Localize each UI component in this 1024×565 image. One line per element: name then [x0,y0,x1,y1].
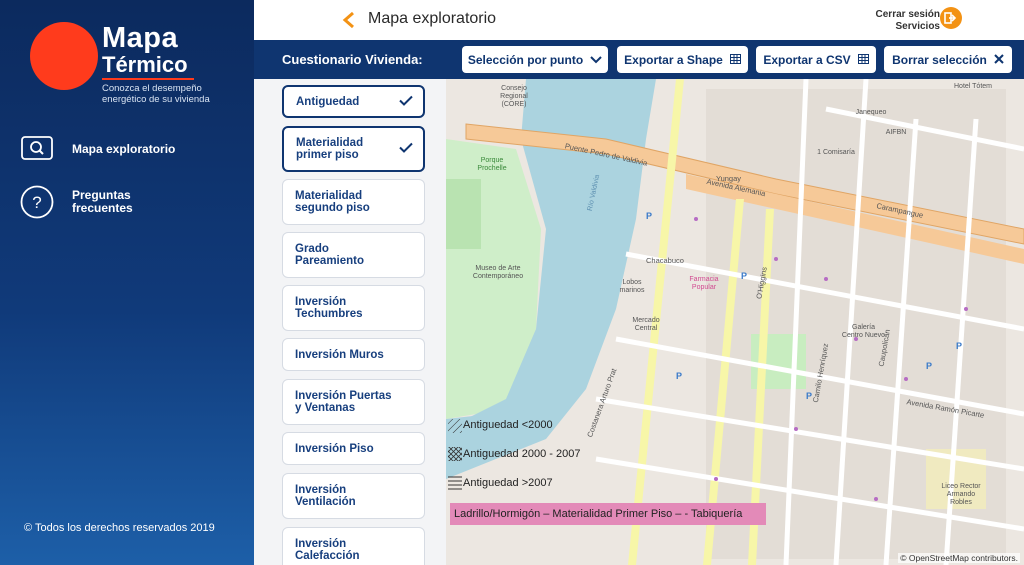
svg-text:?: ? [32,193,41,212]
svg-text:P: P [741,271,747,281]
services-label: Servicios [895,21,940,32]
button-label: Selección por punto [467,52,584,67]
poi-lobos: Lobos marinos [619,279,645,294]
table-icon [729,53,741,67]
chevron-down-icon [590,53,602,67]
question-grado-pareamiento[interactable]: Grado Pareamiento [282,232,425,278]
map-attribution[interactable]: © OpenStreetMap contributors. [898,553,1020,563]
question-list: Antiguedad Materialidad primer piso Mate… [254,79,446,565]
sidebar-item-label: Preguntas frecuentes [72,188,133,215]
poi-comisaria: 1 Comisaría [817,149,855,156]
button-label: Exportar a Shape [624,52,723,67]
question-label: Inversión Piso [295,442,374,455]
poi-farmacia: Farmacia Popular [689,276,719,291]
poi-aifbn: AIFBN [885,129,907,136]
question-materialidad-segundo-piso[interactable]: Materialidad segundo piso [282,179,425,225]
poi-galeria: Galería Centro Nuevo [841,324,886,339]
sidebar-item-label: Mapa exploratorio [72,141,176,156]
poi-liceo: Liceo Rector Armando Robles [941,483,981,506]
logout-label: Cerrar sesión [875,9,940,20]
question-inversion-piso[interactable]: Inversión Piso [282,432,425,465]
svg-text:P: P [956,341,962,351]
select-by-point-dropdown[interactable]: Selección por punto [462,46,608,73]
legend-material-primer-piso: Ladrillo/Hormigón – Materialidad Primer … [450,503,766,525]
logo-subtitle: Conozca el desempeño energético de su vi… [102,83,210,105]
map-canvas[interactable]: PPP PPP Puente Pedro de Valdivia Avenida… [446,79,1024,565]
toolbar: Cuestionario Vivienda: Selección por pun… [254,40,1024,79]
question-label: Inversión Techumbres [295,296,363,320]
poi-porque: Porque Prochelle [477,157,507,172]
legend-label: Antiguedad >2007 [463,477,553,489]
check-icon [399,142,413,156]
button-label: Borrar selección [892,52,987,67]
button-label: Exportar a CSV [763,52,851,67]
sidebar: Mapa Térmico Conozca el desempeño energé… [0,0,254,565]
export-csv-button[interactable]: Exportar a CSV [756,46,876,73]
question-label: Inversión Calefacción [295,538,360,562]
clear-selection-button[interactable]: Borrar selección [884,46,1012,73]
question-label: Antiguedad [296,95,360,108]
question-label: Inversión Ventilación [295,484,356,508]
question-inversion-puertas-ventanas[interactable]: Inversión Puertas y Ventanas [282,379,425,425]
legend-item-antiguedad-post-2007: Antiguedad >2007 [463,477,553,489]
table-icon [857,53,869,67]
poi-hotel: Hotel Tótem [954,83,992,90]
legend-label: Antiguedad <2000 [463,419,553,431]
legend-item-antiguedad-2000-2007: Antiguedad 2000 - 2007 [463,448,580,460]
page-title: Mapa exploratorio [368,10,497,27]
question-label: Inversión Muros [295,348,384,361]
question-label: Materialidad primer piso [296,137,364,161]
question-antiguedad[interactable]: Antiguedad [282,85,425,118]
copyright-text: © Todos los derechos reservados 2019 [24,522,215,534]
svg-text:P: P [676,371,682,381]
search-icon [20,132,54,166]
check-icon [399,95,413,109]
svg-text:P: P [646,211,652,221]
logo-underline [102,78,194,80]
brand-logo[interactable]: Mapa Térmico Conozca el desempeño energé… [30,22,230,112]
question-label: Inversión Puertas y Ventanas [295,390,392,414]
svg-text:P: P [926,361,932,371]
poi-consejo: Consejo Regional (CORE) [500,85,528,108]
question-inversion-ventilacion[interactable]: Inversión Ventilación [282,473,425,519]
question-label: Grado Pareamiento [295,243,365,267]
legend-item-antiguedad-pre-2000: Antiguedad <2000 [463,419,553,431]
poi-museo-arte: Museo de Arte Contemporáneo [472,265,524,280]
question-inversion-techumbres[interactable]: Inversión Techumbres [282,285,425,331]
logo-circle [30,22,98,90]
question-label: Materialidad segundo piso [295,190,370,214]
legend-label: Antiguedad 2000 - 2007 [463,448,581,460]
logout-icon[interactable] [940,7,962,29]
question-inversion-calefaccion[interactable]: Inversión Calefacción [282,527,425,565]
poi-mercado: Mercado Central [632,317,660,332]
top-header: Mapa exploratorio Cerrar sesión Servicio… [254,0,1024,40]
close-icon [994,53,1004,67]
street-label-chacabuco: Chacabuco [646,256,684,265]
sidebar-item-preguntas-frecuentes[interactable]: ? Preguntas frecuentes [20,185,192,219]
logo-title-line1: Mapa [102,22,179,54]
export-shape-button[interactable]: Exportar a Shape [617,46,748,73]
question-materialidad-primer-piso[interactable]: Materialidad primer piso [282,126,425,172]
question-inversion-muros[interactable]: Inversión Muros [282,338,425,371]
question-icon: ? [20,185,54,219]
street-label-yungay: Yungay [716,174,742,183]
chevron-left-icon[interactable] [340,10,358,30]
logout-button[interactable]: Cerrar sesión Servicios [876,9,940,33]
street-label-janequeo: Janequeo [855,109,887,116]
sidebar-item-mapa-exploratorio[interactable]: Mapa exploratorio [20,132,192,166]
section-label: Cuestionario Vivienda: [282,52,423,67]
logo-title-line2: Térmico [102,52,188,77]
